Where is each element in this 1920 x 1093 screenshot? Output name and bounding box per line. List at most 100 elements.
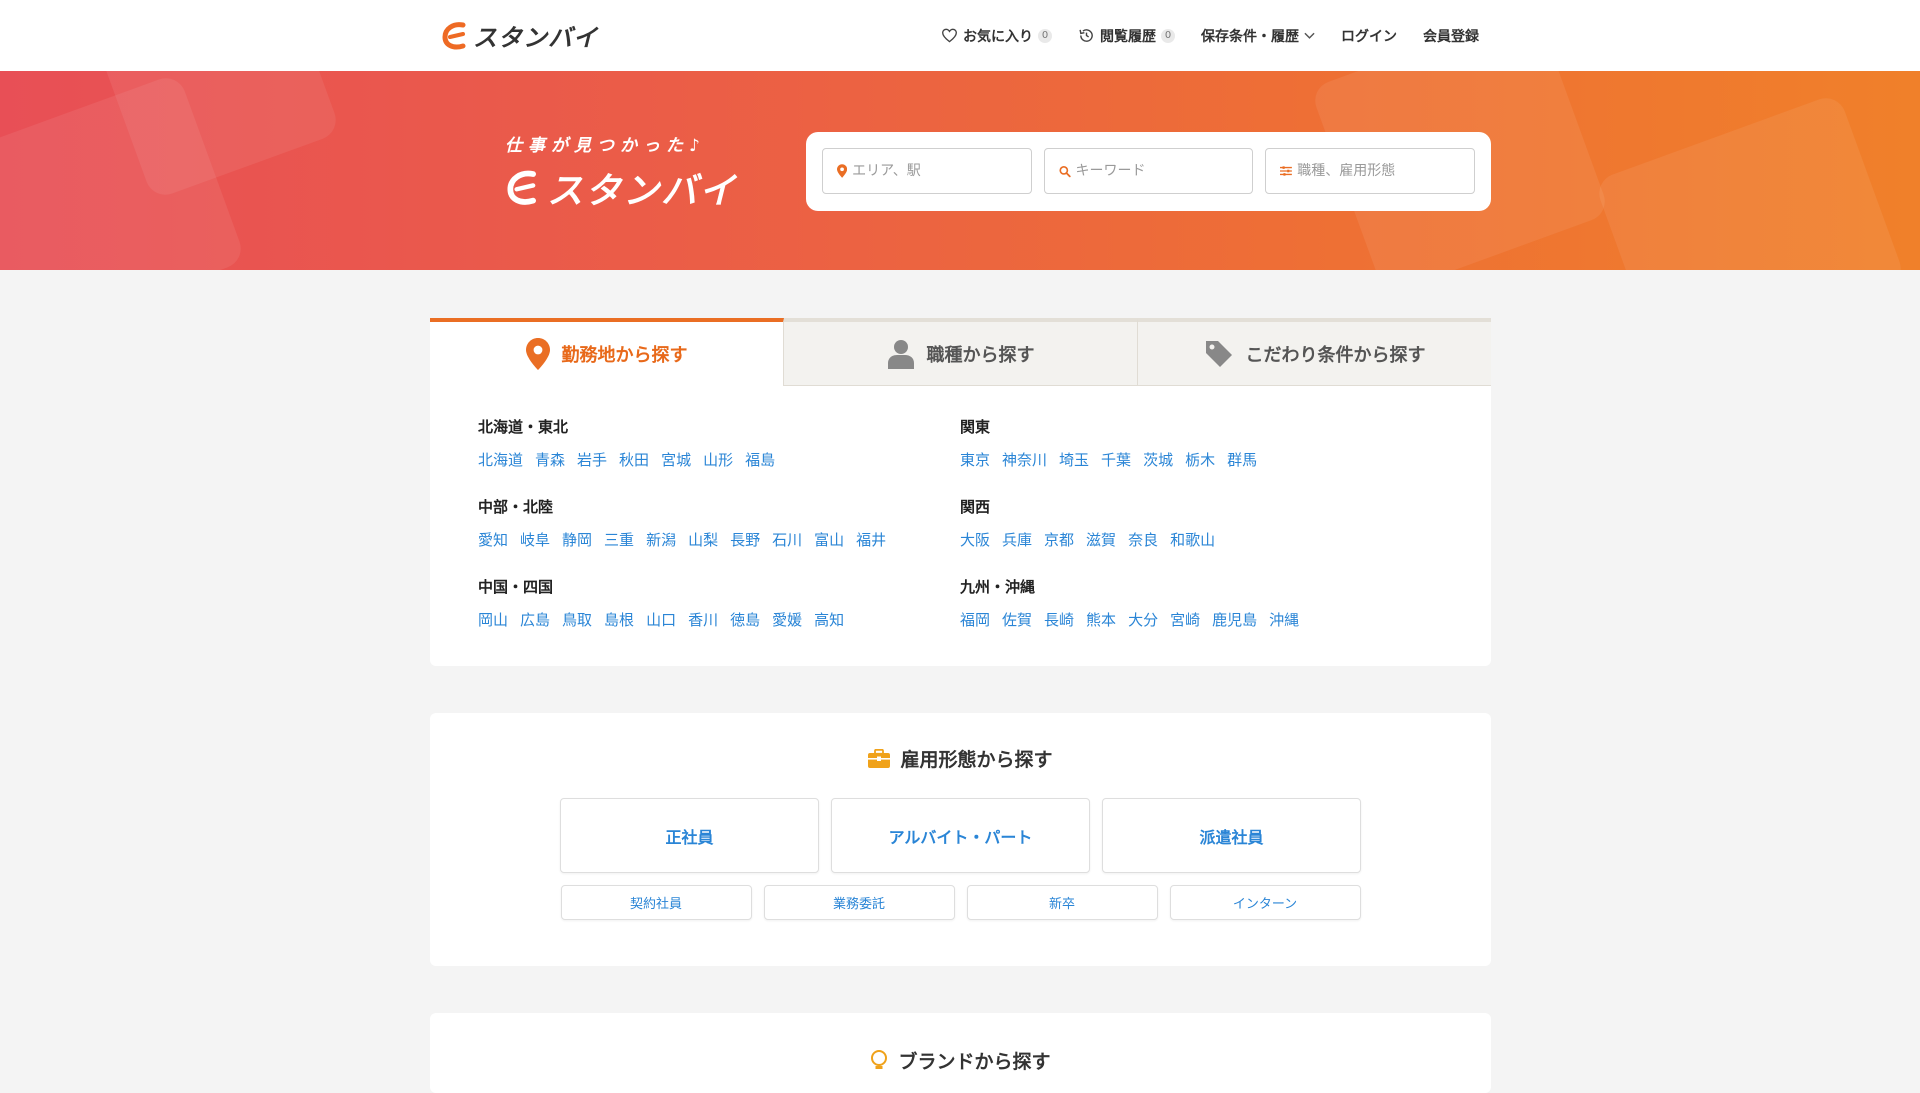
full-time-button[interactable]: 正社員 — [560, 798, 819, 873]
pref-link[interactable]: 岐阜 — [520, 529, 550, 550]
region-title: 中国・四国 — [478, 578, 554, 596]
pref-link[interactable]: 高知 — [814, 609, 844, 630]
pref-link[interactable]: 兵庫 — [1002, 529, 1032, 550]
saved-conditions-dropdown[interactable]: 保存条件・履歴 — [1201, 26, 1315, 46]
pref-link[interactable]: 福島 — [745, 449, 775, 470]
pref-link[interactable]: 青森 — [535, 449, 565, 470]
pref-link[interactable]: 茨城 — [1143, 449, 1173, 470]
pref-link[interactable]: 岡山 — [478, 609, 508, 630]
tab-location-label: 勤務地から探す — [561, 345, 688, 366]
pref-link[interactable]: 静岡 — [562, 529, 592, 550]
pref-link[interactable]: 岩手 — [577, 449, 607, 470]
pref-link[interactable]: 福岡 — [960, 609, 990, 630]
pref-link[interactable]: 熊本 — [1086, 609, 1116, 630]
pref-link[interactable]: 千葉 — [1101, 449, 1131, 470]
pref-link[interactable]: 滋賀 — [1086, 529, 1116, 550]
pref-link[interactable]: 鹿児島 — [1212, 609, 1257, 630]
site-header: スタンバイ お気に入り 0 閲覧履歴 0 保存条件・履歴 ログイン 会員登録 — [0, 0, 1920, 71]
pref-link[interactable]: 埼玉 — [1059, 449, 1089, 470]
tab-conditions[interactable]: こだわり条件から探す — [1138, 318, 1491, 386]
temp-staff-button[interactable]: 派遣社員 — [1102, 798, 1361, 873]
history-link[interactable]: 閲覧履歴 0 — [1078, 26, 1175, 46]
pref-link[interactable]: 島根 — [604, 609, 634, 630]
region-title: 関西 — [960, 498, 991, 516]
pref-link[interactable]: 富山 — [814, 529, 844, 550]
hero-brand: 仕事が見つかった♪ スタンバイ — [505, 131, 737, 214]
heart-icon — [941, 28, 958, 43]
pref-link[interactable]: 東京 — [960, 449, 990, 470]
favorites-count-badge: 0 — [1038, 28, 1052, 43]
login-link[interactable]: ログイン — [1341, 26, 1397, 46]
header-nav: お気に入り 0 閲覧履歴 0 保存条件・履歴 ログイン 会員登録 — [941, 26, 1479, 46]
history-count-badge: 0 — [1161, 28, 1175, 43]
history-icon — [1079, 29, 1093, 42]
area-search-input[interactable] — [852, 163, 1031, 179]
pref-link[interactable]: 長崎 — [1044, 609, 1074, 630]
lightbulb-icon — [871, 1049, 888, 1069]
tab-location[interactable]: 勤務地から探す — [430, 318, 784, 386]
pref-link[interactable]: 広島 — [520, 609, 550, 630]
pref-link[interactable]: 北海道 — [478, 449, 523, 470]
pref-link[interactable]: 大分 — [1128, 609, 1158, 630]
outsourcing-button[interactable]: 業務委託 — [763, 885, 955, 920]
tab-conditions-label: こだわり条件から探す — [1245, 344, 1426, 366]
pref-link[interactable]: 宮崎 — [1170, 609, 1200, 630]
pref-link[interactable]: 山形 — [703, 449, 733, 470]
pref-link[interactable]: 石川 — [772, 529, 802, 550]
location-pin-icon — [837, 164, 848, 178]
hero-decoration — [1593, 92, 1907, 270]
pref-link[interactable]: 宮城 — [661, 449, 691, 470]
site-logo[interactable]: スタンバイ — [441, 18, 598, 53]
keyword-search-field[interactable] — [1043, 148, 1254, 194]
pref-link[interactable]: 三重 — [604, 529, 634, 550]
person-icon — [887, 339, 914, 369]
pref-link[interactable]: 愛知 — [478, 529, 508, 550]
pref-link[interactable]: 山口 — [646, 609, 676, 630]
brand-section: ブランドから探す — [430, 1013, 1491, 1093]
region-links: 岡山 広島 鳥取 島根 山口 香川 徳島 愛媛 高知 — [478, 609, 960, 630]
logo-text: スタンバイ — [473, 24, 598, 52]
keyword-search-input[interactable] — [1075, 163, 1253, 179]
part-time-button[interactable]: アルバイト・パート — [831, 798, 1090, 873]
pref-link[interactable]: 群馬 — [1227, 449, 1257, 470]
pref-link[interactable]: 徳島 — [730, 609, 760, 630]
brand-section-title: ブランドから探す — [430, 1047, 1491, 1074]
pref-link[interactable]: 長野 — [730, 529, 760, 550]
pref-link[interactable]: 佐賀 — [1002, 609, 1032, 630]
pref-link[interactable]: 大阪 — [960, 529, 990, 550]
pref-link[interactable]: 和歌山 — [1170, 529, 1215, 550]
region-chubu-hokuriku: 中部・北陸 愛知 岐阜 静岡 三重 新潟 山梨 長野 石川 富山 福井 — [478, 496, 960, 550]
briefcase-icon — [868, 749, 891, 768]
pref-link[interactable]: 奈良 — [1128, 529, 1158, 550]
register-link[interactable]: 会員登録 — [1423, 26, 1479, 46]
job-type-search-field[interactable] — [1265, 148, 1476, 194]
region-links: 東京 神奈川 埼玉 千葉 茨城 栃木 群馬 — [960, 449, 1443, 470]
pref-link[interactable]: 山梨 — [688, 529, 718, 550]
pref-link[interactable]: 神奈川 — [1002, 449, 1047, 470]
pref-link[interactable]: 京都 — [1044, 529, 1074, 550]
area-search-field[interactable] — [822, 148, 1032, 194]
new-grad-button[interactable]: 新卒 — [966, 885, 1158, 920]
history-label: 閲覧履歴 — [1100, 28, 1156, 45]
contract-button[interactable]: 契約社員 — [560, 885, 752, 920]
region-title: 九州・沖縄 — [960, 578, 1036, 596]
pref-link[interactable]: 栃木 — [1185, 449, 1215, 470]
chevron-down-icon — [1304, 32, 1315, 39]
main-content: 勤務地から探す 職種から探す こだわり条件から探す 北海道・東北 北海道 青森 … — [430, 318, 1491, 1093]
search-tabs: 勤務地から探す 職種から探す こだわり条件から探す — [430, 318, 1491, 386]
employment-type-section: 雇用形態から探す 正社員 アルバイト・パート 派遣社員 契約社員 業務委託 新卒… — [430, 713, 1491, 966]
region-links: 北海道 青森 岩手 秋田 宮城 山形 福島 — [478, 449, 960, 470]
pref-link[interactable]: 秋田 — [619, 449, 649, 470]
favorites-link[interactable]: お気に入り 0 — [941, 26, 1052, 46]
internship-button[interactable]: インターン — [1169, 885, 1361, 920]
pref-link[interactable]: 新潟 — [646, 529, 676, 550]
saved-conditions-label: 保存条件・履歴 — [1201, 28, 1299, 45]
job-type-search-input[interactable] — [1297, 163, 1475, 179]
pref-link[interactable]: 愛媛 — [772, 609, 802, 630]
area-panel: 北海道・東北 北海道 青森 岩手 秋田 宮城 山形 福島 関東 東京 神奈川 埼… — [430, 386, 1491, 666]
pref-link[interactable]: 福井 — [856, 529, 886, 550]
pref-link[interactable]: 鳥取 — [562, 609, 592, 630]
pref-link[interactable]: 香川 — [688, 609, 718, 630]
pref-link[interactable]: 沖縄 — [1269, 609, 1299, 630]
tab-job-type[interactable]: 職種から探す — [784, 318, 1138, 386]
